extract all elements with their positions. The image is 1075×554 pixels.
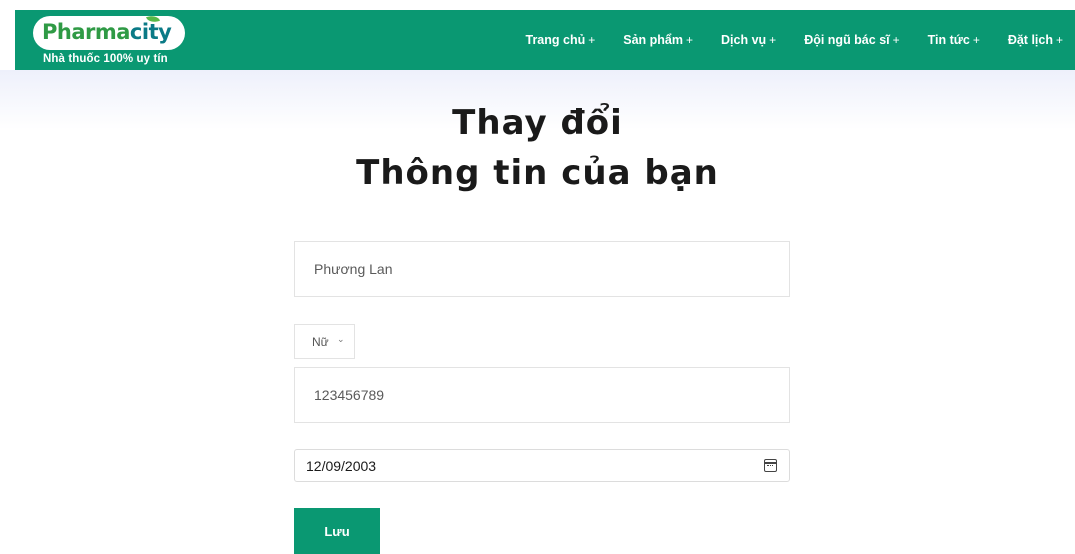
brand-logo[interactable]: Pharmacity Nhà thuốc 100% uy tín xyxy=(33,12,193,68)
nav-item-trang-chu[interactable]: Trang chủ + xyxy=(526,33,596,47)
nav-item-dich-vu[interactable]: Dịch vụ + xyxy=(721,33,776,47)
plus-icon: + xyxy=(972,33,980,47)
phone-value: 123456789 xyxy=(314,387,385,403)
nav-item-san-pham[interactable]: Sản phẩm + xyxy=(623,33,693,47)
phone-input[interactable]: 123456789 xyxy=(294,367,790,423)
calendar-icon[interactable] xyxy=(764,459,777,472)
nav-item-doi-ngu-bac-si[interactable]: Đội ngũ bác sĩ + xyxy=(804,33,899,47)
nav-item-dat-lich[interactable]: Đặt lịch + xyxy=(1008,33,1063,47)
plus-icon: + xyxy=(588,33,596,47)
logo-tagline: Nhà thuốc 100% uy tín xyxy=(43,53,168,65)
dob-date-input[interactable]: 12/09/2003 xyxy=(294,449,790,482)
logo-wordmark: Pharmacity xyxy=(42,20,172,44)
plus-icon: + xyxy=(686,33,694,47)
site-header: Pharmacity Nhà thuốc 100% uy tín Trang c… xyxy=(15,10,1075,70)
plus-icon: + xyxy=(769,33,777,47)
plus-icon: + xyxy=(892,33,900,47)
main-nav: Trang chủ + Sản phẩm + Dịch vụ + Đội ngũ bá… xyxy=(498,10,1064,70)
chevron-down-icon: ⌄ xyxy=(337,334,345,344)
name-input[interactable]: Phương Lan xyxy=(294,241,790,297)
page-title: Thay đổi Thông tin của bạn xyxy=(356,103,719,193)
gender-value: Nữ xyxy=(312,335,329,349)
name-value: Phương Lan xyxy=(314,261,393,277)
plus-icon: + xyxy=(1055,33,1063,47)
nav-item-tin-tuc[interactable]: Tin tức + xyxy=(928,33,980,47)
save-button[interactable]: Lưu xyxy=(294,508,380,554)
gender-select[interactable]: Nữ ⌄ xyxy=(294,324,355,359)
dob-value: 12/09/2003 xyxy=(306,458,377,474)
